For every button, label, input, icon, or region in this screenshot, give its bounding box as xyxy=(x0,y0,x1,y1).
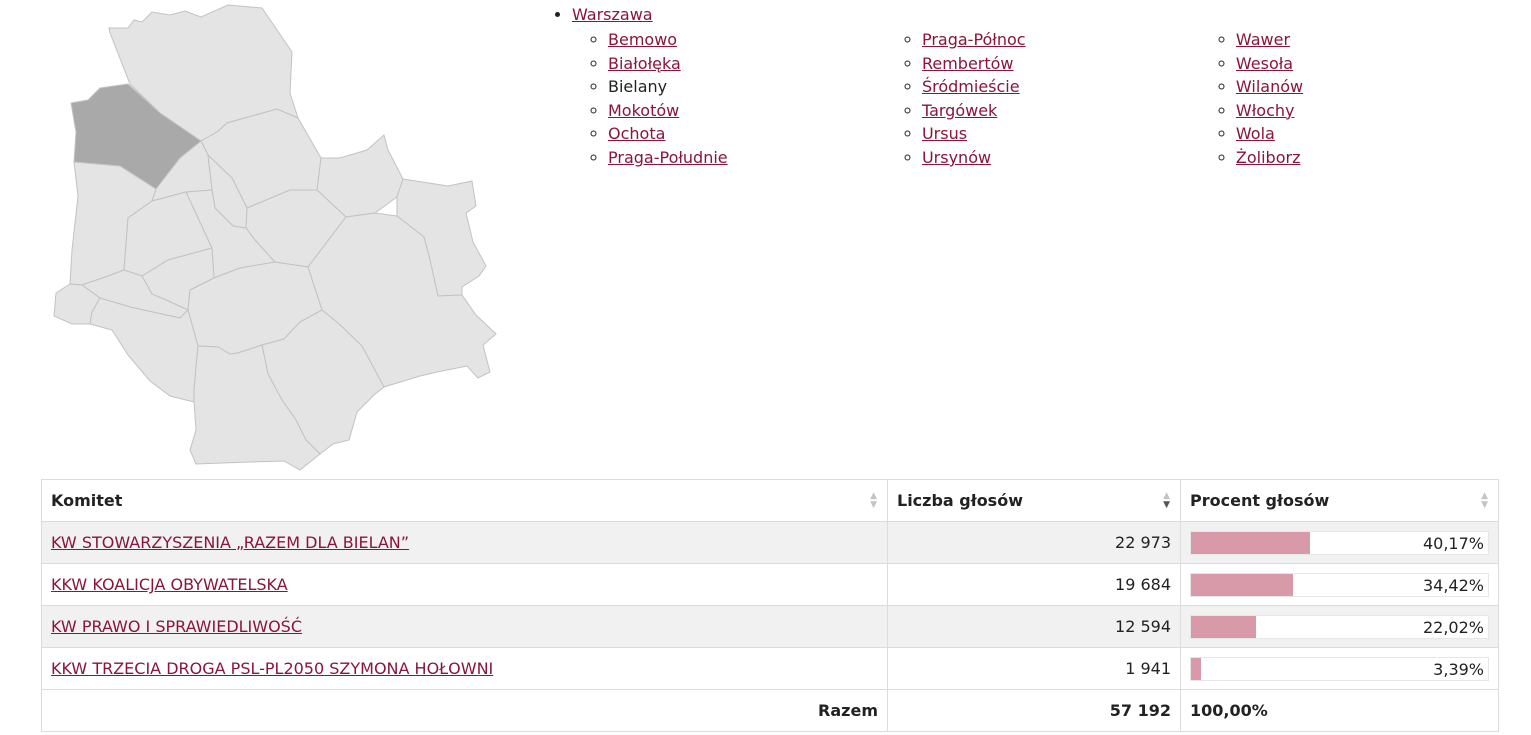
header-liczba-glosow[interactable]: Liczba głosów ▲ ▼ xyxy=(887,479,1181,522)
percent-bar: 22,02% xyxy=(1190,614,1489,639)
district-map xyxy=(53,4,497,471)
nav-link-ursus[interactable]: Ursus xyxy=(922,124,967,143)
nav-link-srodmiescie[interactable]: Śródmieście xyxy=(922,77,1020,96)
header-liczba-glosow-label: Liczba głosów xyxy=(897,491,1023,510)
percent-bar-fill xyxy=(1191,531,1311,554)
nav-link-zoliborz[interactable]: Żoliborz xyxy=(1236,148,1301,167)
nav-link-mokotow[interactable]: Mokotów xyxy=(608,101,679,120)
nav-link-wesola[interactable]: Wesoła xyxy=(1236,54,1293,73)
table-header-row: Komitet ▲ ▼ Liczba głosów ▲ ▼ Procent głos… xyxy=(41,479,1499,522)
percent-bar-fill xyxy=(1191,573,1294,596)
total-percent: 100,00% xyxy=(1180,689,1499,732)
header-komitet-label: Komitet xyxy=(51,491,123,510)
nav-link-praga-polnoc[interactable]: Praga-Północ xyxy=(922,30,1026,49)
nav-link-targowek[interactable]: Targówek xyxy=(922,101,997,120)
district-navigation: Warszawa Bemowo Białołęka Bielany Mokotó… xyxy=(552,4,1512,170)
nav-link-wilanow[interactable]: Wilanów xyxy=(1236,77,1303,96)
percent-bar: 40,17% xyxy=(1190,530,1489,555)
sort-both-icon: ▲ ▼ xyxy=(870,491,877,510)
district-column-3: Wawer Wesoła Wilanów Włochy Wola Żolibor… xyxy=(1200,28,1512,170)
nav-link-wola[interactable]: Wola xyxy=(1236,124,1275,143)
votes-cell: 1 941 xyxy=(887,647,1181,690)
nav-current-bielany: Bielany xyxy=(608,77,668,97)
total-votes: 57 192 xyxy=(887,689,1181,732)
committee-link[interactable]: KKW TRZECIA DROGA PSL-PL2050 SZYMONA HOŁ… xyxy=(51,659,493,678)
header-procent-glosow[interactable]: Procent głosów ▲ ▼ xyxy=(1180,479,1499,522)
table-row: KKW KOALICJA OBYWATELSKA 19 684 34,42% xyxy=(41,563,1499,606)
table-row: KW STOWARZYSZENIA „RAZEM DLA BIELAN” 22 … xyxy=(41,521,1499,564)
committee-link[interactable]: KW PRAWO I SPRAWIEDLIWOŚĆ xyxy=(51,617,302,636)
header-procent-glosow-label: Procent głosów xyxy=(1190,491,1330,510)
nav-link-wawer[interactable]: Wawer xyxy=(1236,30,1290,49)
nav-link-ochota[interactable]: Ochota xyxy=(608,124,665,143)
table-row: KW PRAWO I SPRAWIEDLIWOŚĆ 12 594 22,02% xyxy=(41,605,1499,648)
percent-value: 34,42% xyxy=(1422,575,1484,595)
nav-link-warszawa[interactable]: Warszawa xyxy=(572,5,653,24)
total-label: Razem xyxy=(41,689,888,732)
table-total-row: Razem 57 192 100,00% xyxy=(41,689,1499,732)
committee-link[interactable]: KW STOWARZYSZENIA „RAZEM DLA BIELAN” xyxy=(51,533,409,552)
header-komitet[interactable]: Komitet ▲ ▼ xyxy=(41,479,888,522)
results-table: Komitet ▲ ▼ Liczba głosów ▲ ▼ Procent głos… xyxy=(41,479,1499,732)
percent-bar: 3,39% xyxy=(1190,656,1489,681)
nav-link-bemowo[interactable]: Bemowo xyxy=(608,30,677,49)
table-row: KKW TRZECIA DROGA PSL-PL2050 SZYMONA HOŁ… xyxy=(41,647,1499,690)
nav-link-praga-poludnie[interactable]: Praga-Południe xyxy=(608,148,728,167)
nav-link-bialoleka[interactable]: Białołęka xyxy=(608,54,681,73)
percent-bar-fill xyxy=(1191,657,1202,680)
votes-cell: 22 973 xyxy=(887,521,1181,564)
votes-cell: 12 594 xyxy=(887,605,1181,648)
nav-link-wlochy[interactable]: Włochy xyxy=(1236,101,1295,120)
nav-link-rembertow[interactable]: Rembertów xyxy=(922,54,1014,73)
district-column-1: Bemowo Białołęka Bielany Mokotów Ochota … xyxy=(572,28,886,170)
committee-link[interactable]: KKW KOALICJA OBYWATELSKA xyxy=(51,575,288,594)
percent-value: 22,02% xyxy=(1422,617,1484,637)
percent-bar-fill xyxy=(1191,615,1257,638)
sort-desc-icon: ▲ ▼ xyxy=(1163,491,1170,510)
votes-cell: 19 684 xyxy=(887,563,1181,606)
percent-value: 40,17% xyxy=(1422,533,1484,553)
percent-value: 3,39% xyxy=(1433,659,1484,679)
percent-bar: 34,42% xyxy=(1190,572,1489,597)
district-column-2: Praga-Północ Rembertów Śródmieście Targó… xyxy=(886,28,1200,170)
nav-link-ursynow[interactable]: Ursynów xyxy=(922,148,991,167)
sort-both-icon: ▲ ▼ xyxy=(1481,491,1488,510)
